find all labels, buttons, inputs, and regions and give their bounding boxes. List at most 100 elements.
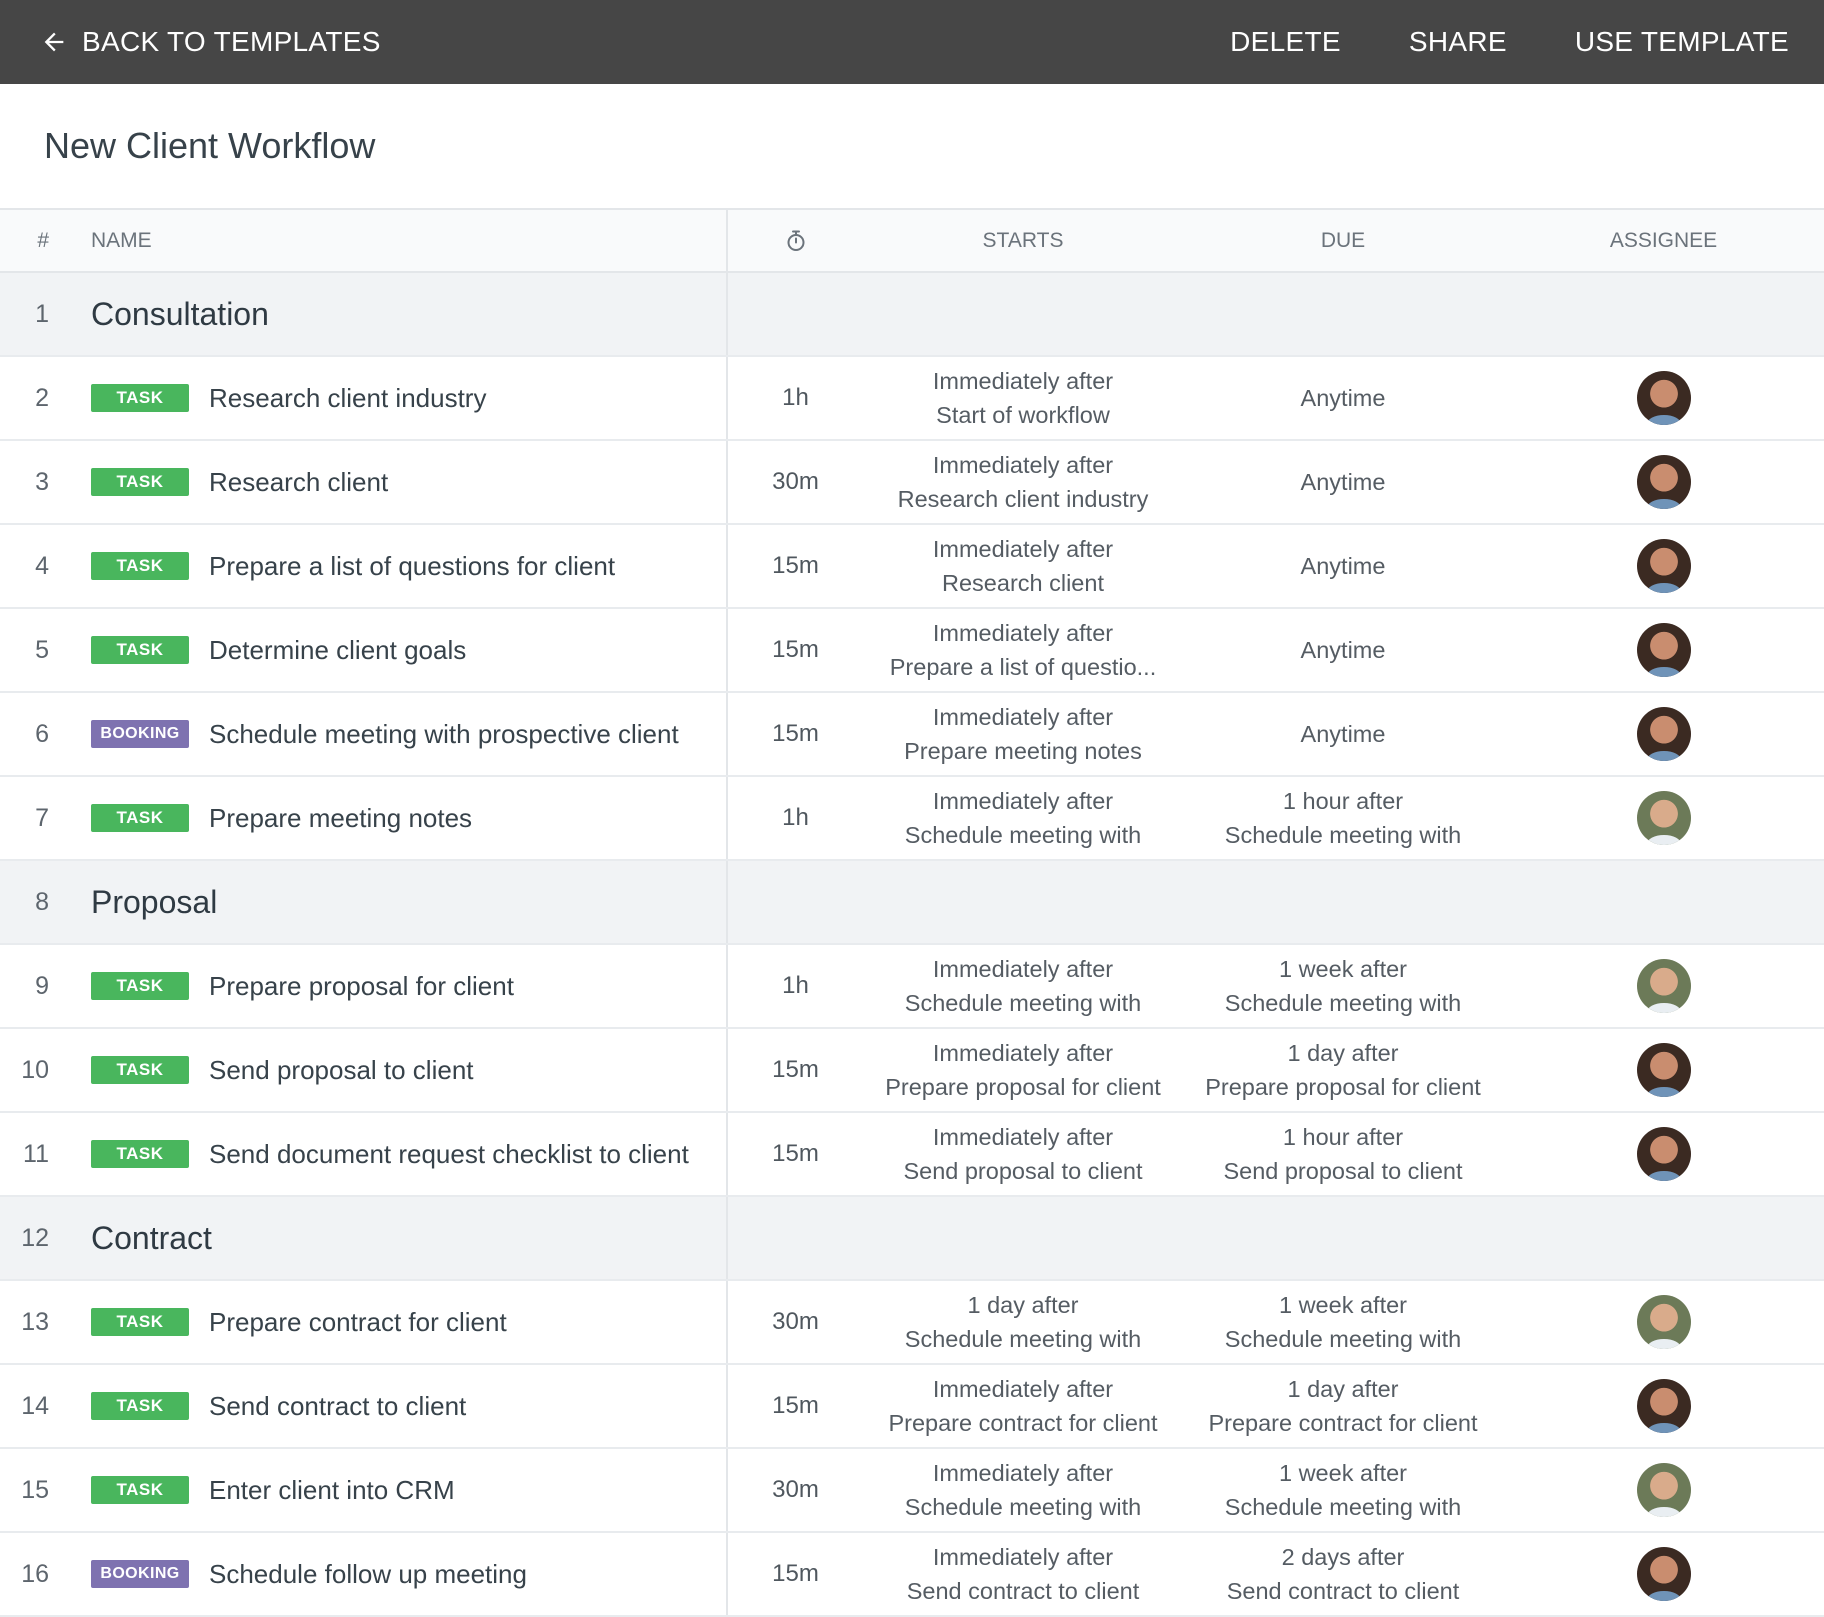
row-number: 11 — [0, 1112, 55, 1197]
row-number: 3 — [0, 440, 55, 525]
avatar[interactable] — [1636, 707, 1691, 761]
table-row[interactable]: 11 TASK Send document request checklist to… — [0, 1112, 1824, 1197]
due-line: Send contract to client — [1226, 1578, 1460, 1604]
row-name-cell[interactable]: TASK Prepare proposal for client — [55, 944, 728, 1029]
row-starts: Immediately after Prepare meeting notes — [863, 692, 1183, 777]
section-row[interactable]: 12 Contract — [0, 1196, 1824, 1281]
row-name-cell[interactable]: TASK Research client — [55, 440, 728, 525]
row-assignee[interactable] — [1503, 776, 1824, 861]
row-name-cell[interactable]: TASK Prepare a list of questions for clie… — [55, 524, 728, 609]
table-row[interactable]: 10 TASK Send proposal to client 15m Immediat… — [0, 1028, 1824, 1113]
row-name-cell[interactable]: TASK Prepare contract for client — [55, 1280, 728, 1365]
starts-line: Schedule meeting with — [904, 990, 1142, 1016]
row-duration: 15m — [727, 1112, 863, 1197]
table-row[interactable]: 9 TASK Prepare proposal for client 1h Immedi… — [0, 944, 1824, 1029]
table-row[interactable]: 2 TASK Research client industry 1h Immediate… — [0, 356, 1824, 441]
row-assignee[interactable] — [1503, 440, 1824, 525]
table-row[interactable]: 6 BOOKING Schedule meeting with prospectiv… — [0, 692, 1824, 777]
avatar[interactable] — [1636, 1463, 1691, 1517]
row-name-cell[interactable]: BOOKING Schedule follow up meeting — [55, 1532, 728, 1617]
avatar[interactable] — [1636, 959, 1691, 1013]
row-name-cell[interactable]: TASK Determine client goals — [55, 608, 728, 693]
avatar[interactable] — [1636, 1379, 1691, 1433]
table-row[interactable]: 4 TASK Prepare a list of questions for cli… — [0, 524, 1824, 609]
table-row[interactable]: 13 TASK Prepare contract for client 30m 1 da… — [0, 1280, 1824, 1365]
row-name: Determine client goals — [209, 634, 467, 665]
avatar[interactable] — [1636, 791, 1691, 845]
delete-button[interactable]: DELETE — [1230, 26, 1341, 58]
avatar-shirt — [1646, 583, 1681, 593]
row-name-cell[interactable]: BOOKING Schedule meeting with prospective… — [55, 692, 728, 777]
row-assignee[interactable] — [1503, 1448, 1824, 1533]
share-button[interactable]: SHARE — [1409, 26, 1507, 58]
row-name-cell[interactable]: TASK Enter client into CRM — [55, 1448, 728, 1533]
due-line: Prepare contract for client — [1208, 1410, 1478, 1436]
row-assignee[interactable] — [1503, 356, 1824, 441]
row-number: 12 — [0, 1196, 55, 1281]
avatar[interactable] — [1636, 371, 1691, 425]
row-name: Send proposal to client — [209, 1054, 474, 1085]
row-assignee[interactable] — [1503, 692, 1824, 777]
table-row[interactable]: 16 BOOKING Schedule follow up meeting 15m Im… — [0, 1532, 1824, 1617]
workflow-table: # NAME STARTS DUE ASSIGNEE 1 Consultation… — [0, 208, 1824, 1617]
column-header-duration[interactable] — [727, 208, 863, 273]
column-header-due[interactable]: DUE — [1183, 208, 1503, 273]
section-row[interactable]: 1 Consultation — [0, 272, 1824, 357]
avatar-shirt — [1646, 835, 1681, 845]
row-assignee[interactable] — [1503, 1028, 1824, 1113]
row-name-cell[interactable]: TASK Send contract to client — [55, 1364, 728, 1449]
row-number: 16 — [0, 1532, 55, 1617]
back-to-templates-button[interactable]: BACK TO TEMPLATES — [40, 26, 381, 58]
starts-line: Send contract to client — [906, 1578, 1140, 1604]
table-row[interactable]: 7 TASK Prepare meeting notes 1h Immediately … — [0, 776, 1824, 861]
row-assignee[interactable] — [1503, 1280, 1824, 1365]
table-row[interactable]: 5 TASK Determine client goals 15m Immediatel… — [0, 608, 1824, 693]
table-row[interactable]: 15 TASK Enter client into CRM 30m Immediatel… — [0, 1448, 1824, 1533]
row-starts: Immediately after Schedule meeting with — [863, 944, 1183, 1029]
row-duration: 30m — [727, 1280, 863, 1365]
due-line: Prepare proposal for client — [1205, 1074, 1481, 1100]
column-header-starts[interactable]: STARTS — [863, 208, 1183, 273]
row-name-cell[interactable]: TASK Research client industry — [55, 356, 728, 441]
avatar[interactable] — [1636, 1547, 1691, 1601]
avatar[interactable] — [1636, 1043, 1691, 1097]
avatar[interactable] — [1636, 1295, 1691, 1349]
row-starts: Immediately after Prepare proposal for cl… — [863, 1028, 1183, 1113]
column-header-assignee[interactable]: ASSIGNEE — [1503, 208, 1824, 273]
avatar[interactable] — [1636, 623, 1691, 677]
row-number: 2 — [0, 356, 55, 441]
avatar[interactable] — [1636, 1127, 1691, 1181]
starts-line: Prepare a list of questio... — [889, 654, 1157, 680]
row-assignee[interactable] — [1503, 524, 1824, 609]
row-assignee[interactable] — [1503, 1532, 1824, 1617]
column-header-name[interactable]: NAME — [55, 208, 728, 273]
row-due: Anytime — [1183, 440, 1503, 525]
avatar-shirt — [1646, 1339, 1681, 1349]
due-line: Anytime — [1300, 469, 1386, 495]
row-starts: Immediately after Research client industr… — [863, 440, 1183, 525]
row-name-cell[interactable]: TASK Prepare meeting notes — [55, 776, 728, 861]
use-template-button[interactable]: USE TEMPLATE — [1575, 26, 1789, 58]
row-name-cell[interactable]: TASK Send proposal to client — [55, 1028, 728, 1113]
avatar-shirt — [1646, 1087, 1681, 1097]
starts-line: Schedule meeting with — [904, 1494, 1142, 1520]
table-row[interactable]: 3 TASK Research client 30m Immediately after… — [0, 440, 1824, 525]
row-number: 4 — [0, 524, 55, 609]
row-assignee[interactable] — [1503, 1112, 1824, 1197]
due-line: Schedule meeting with — [1224, 1326, 1462, 1352]
row-name: Research client industry — [209, 382, 487, 413]
section-row[interactable]: 8 Proposal — [0, 860, 1824, 945]
due-line: Anytime — [1300, 637, 1386, 663]
avatar[interactable] — [1636, 455, 1691, 509]
starts-line: Prepare meeting notes — [904, 738, 1142, 764]
table-row[interactable]: 14 TASK Send contract to client 15m Immediat… — [0, 1364, 1824, 1449]
top-bar: BACK TO TEMPLATES DELETE SHARE USE TEMPL… — [0, 0, 1824, 84]
row-name-cell[interactable]: TASK Send document request checklist to c… — [55, 1112, 728, 1197]
due-line: Anytime — [1300, 721, 1386, 747]
row-assignee[interactable] — [1503, 1364, 1824, 1449]
row-assignee[interactable] — [1503, 608, 1824, 693]
due-line: Schedule meeting with — [1224, 822, 1462, 848]
row-assignee[interactable] — [1503, 944, 1824, 1029]
row-starts: 1 day after Schedule meeting with — [863, 1280, 1183, 1365]
avatar[interactable] — [1636, 539, 1691, 593]
